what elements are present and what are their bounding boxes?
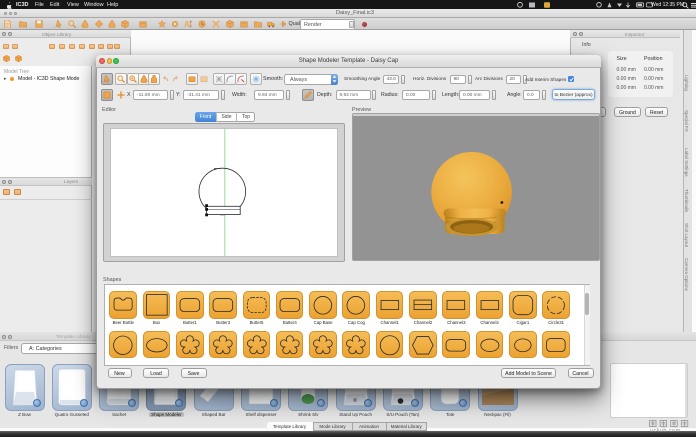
svg-text:A: A — [184, 20, 190, 28]
